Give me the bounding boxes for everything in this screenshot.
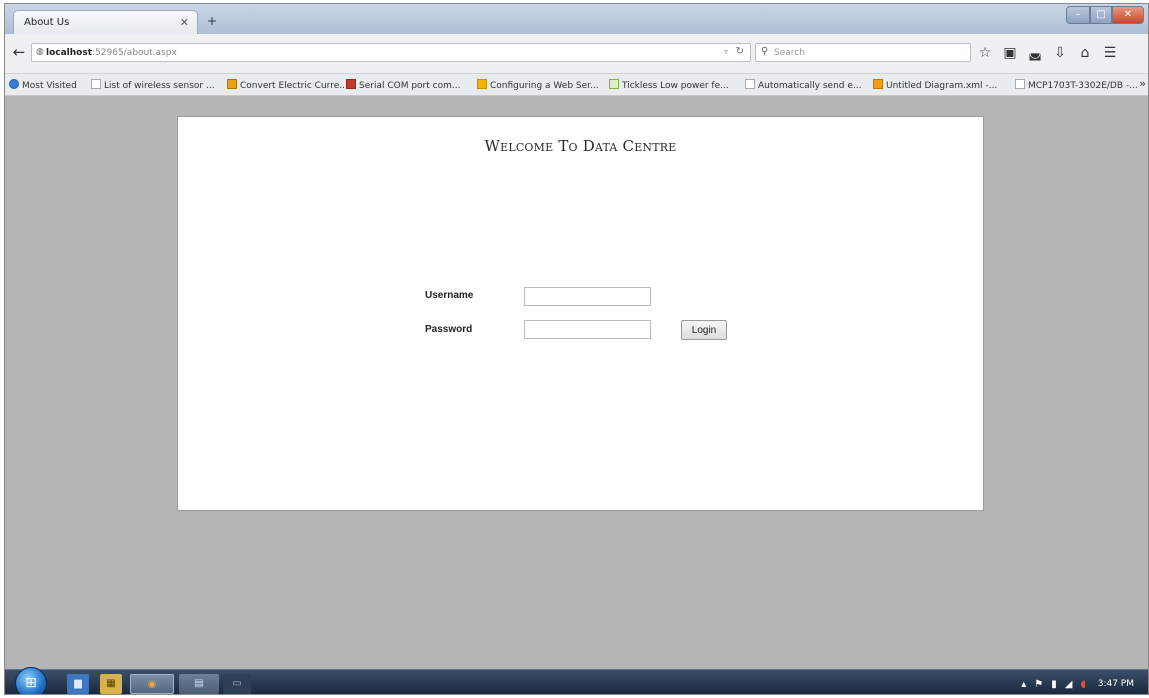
bookmark-favicon-icon — [745, 79, 755, 89]
back-button[interactable]: ← — [9, 42, 29, 62]
start-button[interactable]: ⊞ — [15, 667, 47, 694]
browser-window: About Us ✕ + – □ ✕ ← ◍ localhost:52965/a… — [4, 3, 1149, 695]
windows-logo-icon: ⊞ — [25, 675, 37, 691]
search-placeholder: Search — [774, 48, 805, 58]
bookmark-item[interactable]: Most Visited — [9, 79, 77, 91]
tab-close-icon[interactable]: ✕ — [180, 16, 189, 29]
taskbar: ⊞ ▆ ▦ ◉ ▤ ▭ ▴ ⚑ ▮ ◢ ◖ 3:47 PM — [5, 667, 1148, 694]
url-host: localhost — [46, 48, 93, 58]
bookmark-favicon-icon — [91, 79, 101, 89]
minimize-button[interactable]: – — [1066, 6, 1090, 24]
taskbar-app-icon[interactable]: ▤ — [179, 674, 219, 694]
bookmark-item[interactable]: Serial COM port com... — [346, 79, 460, 91]
url-dropdown-icon[interactable]: ▿ — [724, 47, 728, 56]
bookmark-label: Serial COM port com... — [359, 81, 461, 91]
window-controls: – □ ✕ — [1066, 6, 1144, 24]
bookmark-item[interactable]: Untitled Diagram.xml -... — [873, 79, 997, 91]
search-bar[interactable]: ⚲ Search — [755, 43, 971, 62]
power-icon[interactable]: ▮ — [1051, 679, 1057, 690]
bookmark-label: Automatically send e... — [758, 81, 862, 91]
search-icon: ⚲ — [761, 46, 769, 57]
navigation-bar: ← ◍ localhost:52965/about.aspx ▿ ↻ ⚲ Sea… — [5, 34, 1148, 74]
page-title: Welcome To Data Centre — [484, 137, 677, 155]
bookmark-item[interactable]: List of wireless sensor ... — [91, 79, 215, 91]
bookmark-item[interactable]: Configuring a Web Ser... — [477, 79, 599, 91]
bookmarks-overflow-icon[interactable]: » — [1139, 77, 1146, 90]
bookmark-favicon-icon — [227, 79, 237, 89]
tray-expand-icon[interactable]: ▴ — [1021, 679, 1026, 690]
download-icon[interactable]: ⇩ — [1052, 44, 1068, 62]
bookmark-label: List of wireless sensor ... — [104, 81, 215, 91]
bookmark-label: Most Visited — [22, 81, 77, 91]
site-identity-icon[interactable]: ◍ — [36, 47, 44, 57]
username-input[interactable] — [524, 287, 651, 306]
bookmark-item[interactable]: Automatically send e... — [745, 79, 861, 91]
username-label: Username — [425, 290, 474, 301]
taskbar-app-icon[interactable]: ▭ — [223, 674, 251, 694]
tab-about-us[interactable]: About Us ✕ — [13, 10, 198, 34]
new-tab-button[interactable]: + — [203, 13, 221, 29]
pocket-icon[interactable]: ◛ — [1027, 44, 1043, 62]
url-text: localhost:52965/about.aspx — [46, 48, 177, 58]
bookmark-favicon-icon — [346, 79, 356, 89]
bookmark-item[interactable]: MCP1703T-3302E/DB -... — [1015, 79, 1138, 91]
toolbar-icons: ☆ ▣ ◛ ⇩ ⌂ ☰ — [977, 44, 1118, 62]
maximize-button[interactable]: □ — [1090, 6, 1112, 24]
home-icon[interactable]: ⌂ — [1077, 44, 1093, 62]
close-window-button[interactable]: ✕ — [1112, 6, 1144, 24]
bookmark-star-icon[interactable]: ☆ — [977, 44, 993, 62]
taskbar-app-icon[interactable]: ▦ — [100, 674, 122, 694]
bookmark-favicon-icon — [477, 79, 487, 89]
tab-title: About Us — [24, 17, 70, 28]
network-icon[interactable]: ◢ — [1065, 679, 1073, 690]
address-bar[interactable]: ◍ localhost:52965/about.aspx ▿ ↻ — [31, 43, 751, 62]
login-panel: Welcome To Data Centre Username Password… — [177, 116, 984, 511]
password-input[interactable] — [524, 320, 651, 339]
bookmark-label: Configuring a Web Ser... — [490, 81, 599, 91]
tab-strip: About Us ✕ + – □ ✕ — [5, 4, 1148, 34]
bookmark-favicon-icon — [9, 79, 19, 89]
bookmark-favicon-icon — [1015, 79, 1025, 89]
reload-icon[interactable]: ↻ — [736, 46, 744, 57]
reading-list-icon[interactable]: ▣ — [1002, 44, 1018, 62]
bookmark-label: Untitled Diagram.xml -... — [886, 81, 998, 91]
password-label: Password — [425, 324, 473, 335]
menu-icon[interactable]: ☰ — [1102, 44, 1118, 62]
bookmark-label: Tickless Low power fe... — [622, 81, 729, 91]
page-content: Welcome To Data Centre Username Password… — [5, 96, 1148, 669]
taskbar-explorer-icon[interactable]: ▆ — [67, 674, 89, 694]
bookmark-label: MCP1703T-3302E/DB -... — [1028, 81, 1138, 91]
bookmark-item[interactable]: Convert Electric Curre... — [227, 79, 348, 91]
login-button[interactable]: Login — [681, 320, 727, 340]
bookmark-favicon-icon — [609, 79, 619, 89]
bookmark-item[interactable]: Tickless Low power fe... — [609, 79, 729, 91]
taskbar-firefox-icon[interactable]: ◉ — [130, 674, 174, 694]
bookmark-label: Convert Electric Curre... — [240, 81, 348, 91]
action-center-flag-icon[interactable]: ⚑ — [1034, 679, 1043, 690]
system-tray: ▴ ⚑ ▮ ◢ ◖ 3:47 PM — [1021, 676, 1134, 692]
bookmarks-toolbar: Most Visited List of wireless sensor ...… — [5, 74, 1148, 96]
bookmark-favicon-icon — [873, 79, 883, 89]
url-path: :52965/about.aspx — [92, 48, 177, 58]
volume-icon[interactable]: ◖ — [1080, 679, 1085, 690]
taskbar-clock[interactable]: 3:47 PM — [1098, 679, 1134, 689]
